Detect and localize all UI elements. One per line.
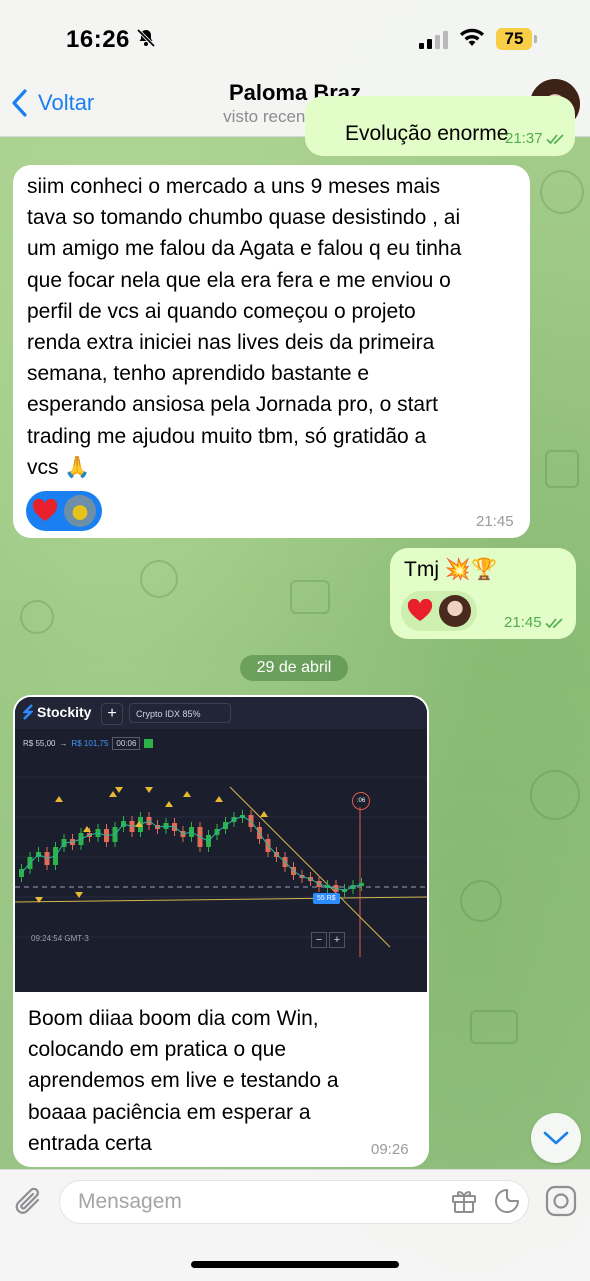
scroll-down-button[interactable] [531,1113,581,1163]
stockity-logo-icon [23,704,33,720]
wallpaper-doodle [140,560,178,598]
wallpaper-doodle [530,770,580,820]
heart-icon [407,599,433,621]
double-check-icon [545,133,564,144]
message-bubble-out[interactable]: Evolução enorme 21:37 [305,96,575,156]
battery-indicator: 75 [496,28,532,50]
message-text: Tmj 💥🏆 [404,558,498,581]
reactions[interactable] [401,591,477,631]
wallpaper-doodle [290,580,330,614]
message-input[interactable] [76,1181,450,1223]
double-check-icon [544,617,563,628]
wallpaper-doodle [470,1010,518,1044]
price-info: R$ 55,00 → R$ 101,75 00:06 [23,737,154,750]
asset-selector: Crypto IDX 85% [129,703,231,723]
message-bubble-out[interactable]: Tmj 💥🏆 21:45 [390,548,576,639]
message-bubble-in[interactable]: siim conheci o mercado a uns 9 meses mai… [13,165,530,538]
zoom-controls: − + [311,932,345,948]
date-divider: 29 de abril [240,655,348,681]
chart-screenshot-image[interactable]: Stockity + Crypto IDX 85% R$ 55,00 → R$ 1… [15,697,427,992]
expiry-marker: :06 [352,792,370,810]
wallpaper-doodle [540,170,584,214]
trade-price-tag: 55 R$ [313,893,340,904]
wallpaper-doodle [20,600,54,634]
home-indicator [191,1261,399,1268]
add-asset-button: + [101,703,123,725]
message-text: siim conheci o mercado a uns 9 meses mai… [27,175,462,479]
heart-icon [32,499,58,521]
paperclip-icon[interactable] [14,1186,44,1218]
wifi-icon [460,28,484,46]
chevron-down-icon [543,1131,569,1145]
wallpaper-doodle [545,450,579,488]
message-time: 21:37 [505,130,568,147]
message-time: 09:26 [371,1141,409,1158]
message-text: Evolução enorme [345,122,509,145]
battery-tip [534,35,537,43]
chart-clock: 09:24:54 GMT-3 [31,934,89,943]
candlestick-chart [15,776,427,957]
message-text: Boom diiaa boom dia com Win, colocando e… [28,1007,339,1155]
stockity-logo: Stockity [23,704,91,720]
message-time: 21:45 [504,614,567,631]
reaction-avatar [439,595,471,627]
reactions[interactable] [26,491,102,531]
camera-icon[interactable] [545,1185,577,1217]
bell-slash-icon [136,28,156,48]
wallpaper-doodle [460,880,502,922]
message-time: 21:45 [476,513,514,530]
status-time: 16:26 [66,26,130,53]
sticker-icon[interactable] [494,1188,520,1214]
gift-icon[interactable] [451,1188,477,1214]
signal-icon [419,31,448,49]
reaction-avatar [64,495,96,527]
